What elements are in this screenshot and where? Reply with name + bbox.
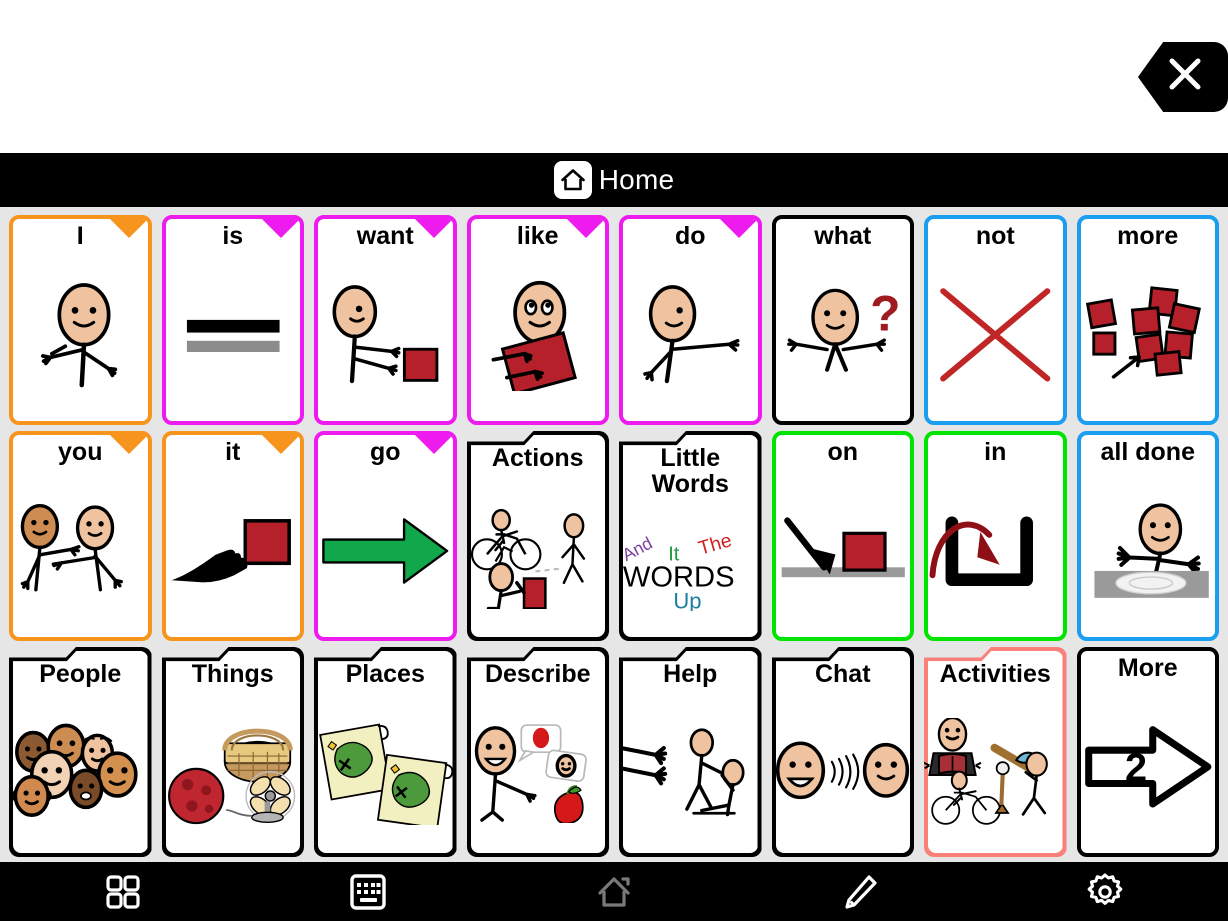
person-question-icon: ? (776, 249, 911, 421)
page-title: Home (598, 164, 675, 195)
symbol-label: you (58, 438, 103, 466)
symbol-cell-chat[interactable]: Chat (771, 647, 915, 857)
svg-text:And: And (619, 533, 656, 565)
bottom-toolbar (0, 862, 1228, 921)
symbol-cell-i[interactable]: I (9, 215, 152, 425)
symbol-cell-more[interactable]: More 2 (1076, 647, 1219, 857)
arrow-page-2-icon: 2 (1081, 681, 1216, 853)
symbol-label: is (222, 222, 244, 250)
treasure-maps-icon (314, 687, 457, 857)
home-icon (553, 161, 592, 199)
arrow-into-container-icon (928, 465, 1063, 637)
two-faces-talking-icon (772, 687, 915, 857)
folded-corner-icon (567, 219, 605, 257)
close-x-icon (1169, 58, 1201, 90)
group-faces-icon (9, 687, 152, 857)
symbol-label: Chat (814, 660, 871, 688)
home-icon[interactable] (491, 862, 737, 921)
page-title-bar: Home (0, 153, 1228, 207)
folded-corner-icon (109, 435, 148, 473)
symbol-cell-what[interactable]: what ? (771, 215, 914, 425)
symbol-label: in (984, 438, 1007, 466)
symbol-cell-places[interactable]: Places (314, 647, 457, 857)
message-bar[interactable] (0, 0, 1228, 153)
symbol-cell-actions[interactable]: Actions (466, 431, 610, 641)
green-arrow-right-icon (318, 465, 453, 637)
symbol-cell-describe[interactable]: Describe (466, 647, 610, 857)
svg-text:Up: Up (673, 589, 701, 612)
symbol-label: do (674, 222, 706, 250)
symbol-label: I (76, 222, 84, 250)
folded-corner-icon (414, 435, 453, 473)
symbol-cell-it[interactable]: it (161, 431, 304, 641)
symbol-label: Help (663, 660, 718, 688)
symbol-label: Little Words (651, 444, 729, 498)
folded-corner-icon (262, 435, 300, 473)
two-people-pointing-icon (13, 465, 148, 637)
symbol-cell-do[interactable]: do (619, 215, 762, 425)
symbol-cell-things[interactable]: Things (161, 647, 305, 857)
symbol-label: Actions (491, 444, 584, 472)
person-pointing-self-icon (13, 249, 148, 421)
svg-text:?: ? (870, 285, 900, 341)
symbol-label: want (356, 222, 414, 250)
symbol-label: all done (1100, 438, 1195, 466)
aac-app-window: Home I is want like do what ? not more y… (0, 0, 1228, 921)
person-reaching-block-icon (318, 249, 453, 421)
symbol-label: like (516, 222, 559, 250)
symbol-label: Activities (939, 660, 1051, 688)
pencil-icon[interactable] (737, 862, 983, 921)
person-helping-icon (619, 687, 762, 857)
symbol-cell-little-words[interactable]: Little Words And It The WORDS Up (619, 431, 762, 641)
symbol-cell-in[interactable]: in (924, 431, 1067, 641)
symbol-label: what (814, 222, 872, 250)
keyboard-icon[interactable] (246, 862, 492, 921)
symbol-cell-want[interactable]: want (314, 215, 457, 425)
equals-bars-icon (166, 249, 301, 421)
symbol-grid: I is want like do what ? not more you it… (0, 207, 1228, 862)
person-hugging-block-icon (471, 249, 606, 421)
person-describing-apple-icon (467, 687, 610, 857)
folded-corner-icon (262, 219, 300, 257)
symbol-label: go (369, 438, 401, 466)
symbol-label: Places (345, 660, 425, 688)
grid-icon[interactable] (0, 862, 246, 921)
blocks-more-icon (1081, 249, 1216, 421)
symbol-label: People (39, 660, 122, 688)
symbol-label: on (827, 438, 859, 466)
person-arm-out-icon (623, 249, 758, 421)
block-on-surface-icon (776, 465, 911, 637)
symbol-label: Describe (484, 660, 591, 688)
symbol-label: Things (191, 660, 274, 688)
symbol-cell-is[interactable]: is (161, 215, 304, 425)
svg-text:The: The (696, 529, 734, 559)
symbol-label: it (225, 438, 241, 466)
symbol-cell-activities[interactable]: Activities (924, 647, 1067, 857)
gear-icon[interactable] (982, 862, 1228, 921)
symbol-label: more (1117, 222, 1179, 250)
symbol-label: not (975, 222, 1015, 250)
folded-corner-icon (109, 219, 148, 257)
symbol-cell-go[interactable]: go (314, 431, 457, 641)
symbol-cell-all-done[interactable]: all done (1076, 431, 1219, 641)
ball-basket-fan-icon (162, 687, 305, 857)
close-button[interactable] (1138, 42, 1228, 112)
folded-corner-icon (719, 219, 758, 257)
hand-pointing-block-icon (166, 465, 301, 637)
person-empty-plate-icon (1081, 465, 1216, 637)
little-words-icon: And It The WORDS Up (619, 497, 762, 641)
symbol-cell-people[interactable]: People (9, 647, 152, 857)
symbol-cell-more[interactable]: more (1076, 215, 1219, 425)
symbol-cell-on[interactable]: on (771, 431, 914, 641)
symbol-cell-you[interactable]: you (9, 431, 152, 641)
actions-people-icon (467, 471, 610, 641)
folded-corner-icon (414, 219, 453, 257)
symbol-cell-help[interactable]: Help (619, 647, 762, 857)
symbol-cell-like[interactable]: like (466, 215, 609, 425)
red-x-icon (928, 249, 1063, 421)
svg-text:2: 2 (1125, 746, 1147, 790)
symbol-label: More (1117, 654, 1178, 682)
activities-sports-icon (924, 687, 1067, 857)
symbol-cell-not[interactable]: not (924, 215, 1067, 425)
